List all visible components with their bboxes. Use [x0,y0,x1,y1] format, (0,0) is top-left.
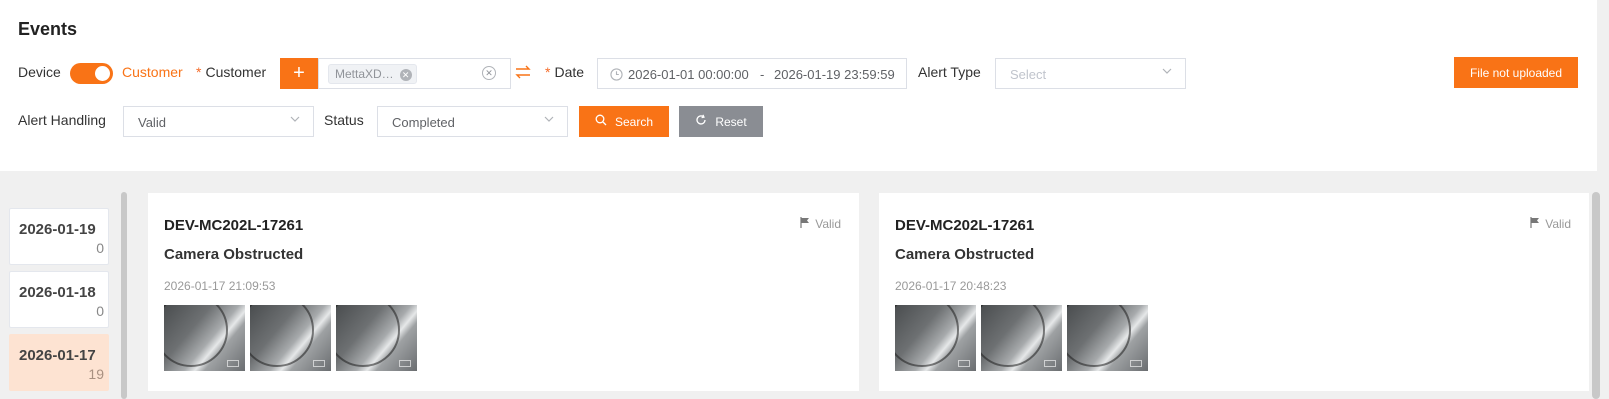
date-separator: - [760,67,765,82]
date-item[interactable]: 2026-01-18 0 [9,271,109,328]
status-badge: Valid [800,217,841,231]
event-thumbnail[interactable] [250,305,331,371]
device-name: DEV-MC202L-17261 [164,217,304,234]
alert-type-select[interactable]: Select [995,58,1186,89]
swap-icon[interactable] [514,63,532,81]
date-item[interactable]: 2026-01-19 0 [9,208,109,265]
event-timestamp: 2026-01-17 20:48:23 [895,279,1007,293]
event-thumbnail[interactable] [981,305,1062,371]
reset-button[interactable]: Reset [679,106,763,137]
date-list: 2026-01-19 0 2026-01-18 0 2026-01-17 19 [0,192,121,399]
alert-handling-select[interactable]: Valid [123,106,314,137]
event-card[interactable]: DEV-MC202L-17261 Camera Obstructed 2026-… [148,193,859,391]
filter-panel: Events Device Customer * Customer + Metta… [0,0,1597,171]
alert-type: Camera Obstructed [164,246,304,263]
date-list-scrollbar[interactable] [121,192,127,399]
date-range-picker[interactable]: 2026-01-01 00:00:00 - 2026-01-19 23:59:5… [597,58,907,89]
clear-icon[interactable]: ✕ [482,66,496,80]
event-thumbnail[interactable] [336,305,417,371]
alert-type: Camera Obstructed [895,246,1035,263]
flag-icon [1530,217,1540,231]
event-thumbnail[interactable] [1067,305,1148,371]
date-end[interactable]: 2026-01-19 23:59:59 [774,67,895,82]
status-value: Completed [392,115,455,130]
event-timestamp: 2026-01-17 21:09:53 [164,279,276,293]
chevron-down-icon [543,113,555,125]
tag-remove-icon[interactable]: ✕ [399,68,412,81]
search-icon [595,114,607,129]
page-title: Events [18,19,78,39]
file-not-uploaded-button[interactable]: File not uploaded [1454,57,1578,88]
event-thumbnail[interactable] [164,305,245,371]
event-thumbnail[interactable] [895,305,976,371]
content-scrollbar[interactable] [1592,192,1600,399]
status-select[interactable]: Completed [377,106,568,137]
customer-toggle-label: Customer [122,64,183,80]
search-button[interactable]: Search [579,106,669,137]
alert-type-placeholder: Select [1010,67,1047,82]
customer-tag: MettaXD… ✕ [328,64,417,84]
date-label: * Date [545,64,585,80]
device-customer-toggle[interactable] [70,63,113,84]
device-name: DEV-MC202L-17261 [895,217,1035,234]
status-badge: Valid [1530,217,1571,231]
customer-select[interactable]: MettaXD… ✕ ✕ [318,58,511,89]
clock-icon [610,68,623,81]
alert-type-label: Alert Type [918,64,981,80]
flag-icon [800,217,810,231]
device-toggle-label: Device [18,64,61,80]
chevron-down-icon [1161,65,1173,77]
thumbnail-strip [164,305,417,371]
add-customer-button[interactable]: + [280,58,318,89]
thumbnail-strip [895,305,1148,371]
alert-handling-value: Valid [138,115,166,130]
refresh-icon [695,114,707,129]
status-label: Status [324,112,364,128]
customer-label: * Customer [196,64,267,80]
alert-handling-label: Alert Handling [18,112,106,128]
event-card[interactable]: DEV-MC202L-17261 Camera Obstructed 2026-… [879,193,1589,391]
chevron-down-icon [289,113,301,125]
date-start[interactable]: 2026-01-01 00:00:00 [628,67,749,82]
date-item-active[interactable]: 2026-01-17 19 [9,334,109,391]
toggle-knob [95,66,110,81]
